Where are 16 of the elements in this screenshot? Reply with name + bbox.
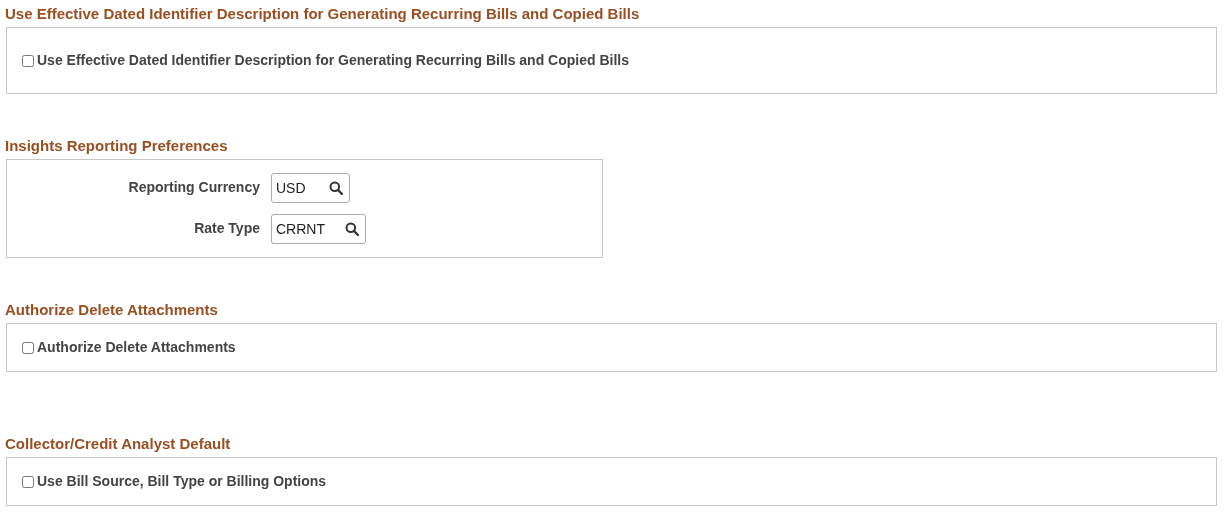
- section-heading: Authorize Delete Attachments: [5, 301, 219, 319]
- checkbox[interactable]: [22, 54, 34, 67]
- lookup-field[interactable]: USD: [271, 173, 350, 203]
- lookup-field[interactable]: CRRNT: [271, 214, 366, 244]
- field-label: Rate Type: [193, 219, 261, 238]
- search-icon[interactable]: [329, 181, 343, 195]
- section-heading: Insights Reporting Preferences: [5, 137, 229, 155]
- search-icon[interactable]: [345, 222, 359, 236]
- checkbox[interactable]: [22, 341, 34, 354]
- section-heading: Collector/Credit Analyst Default: [5, 435, 232, 453]
- checkbox-label: Authorize Delete Attachments: [37, 338, 236, 357]
- field-label: Reporting Currency: [127, 178, 261, 197]
- checkbox-label: Use Bill Source, Bill Type or Billing Options: [37, 472, 327, 491]
- section-heading: Use Effective Dated Identifier Description for Generating Recurring Bills and Copied Bills: [5, 5, 641, 23]
- checkbox-label: Use Effective Dated Identifier Description for Generating Recurring Bills and Copied Bills: [37, 51, 629, 70]
- checkbox[interactable]: [22, 475, 34, 488]
